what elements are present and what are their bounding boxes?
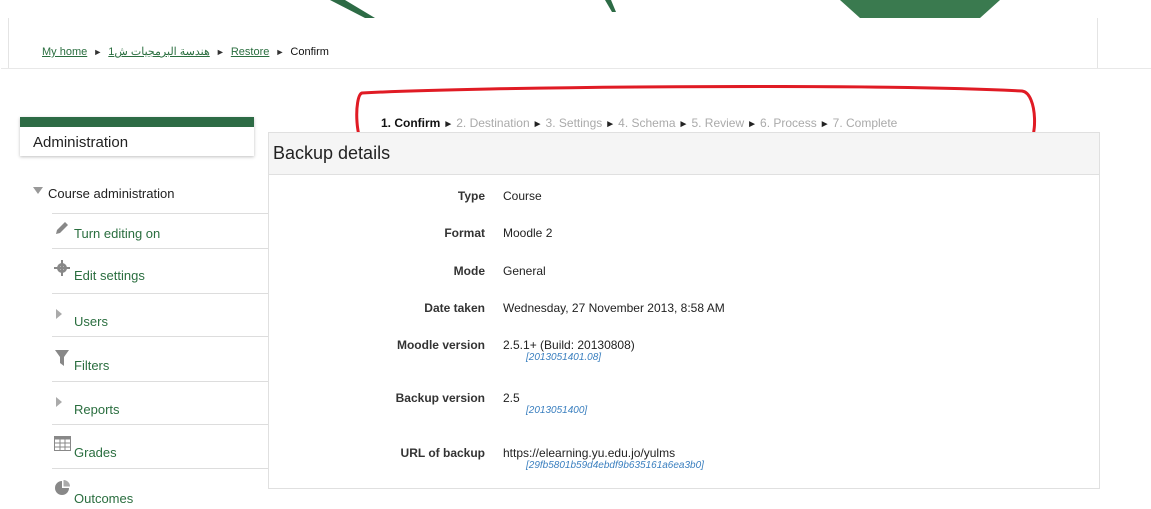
breadcrumb-separator: ► bbox=[275, 47, 285, 57]
detail-key: Date taken bbox=[424, 301, 485, 315]
detail-value: General bbox=[503, 264, 546, 278]
detail-value: Moodle 2 bbox=[503, 226, 553, 240]
step-review: 5. Review bbox=[691, 116, 745, 130]
sidebar-item-label: Filters bbox=[74, 358, 110, 373]
triangle-down-icon bbox=[33, 187, 43, 194]
step-arrow: ► bbox=[605, 119, 616, 130]
detail-value: https://elearning.yu.edu.jo/yulms bbox=[503, 446, 676, 460]
breadcrumb-current: Confirm bbox=[290, 46, 329, 58]
sidebar-item-grades[interactable]: Grades bbox=[52, 424, 273, 469]
restore-steps: 1. Confirm ► 2. Destination ► 3. Settings ► 4.… bbox=[381, 116, 897, 130]
breadcrumb: My home ► هندسة البرمجيات ش1 ► Restore ►… bbox=[42, 45, 329, 58]
backup-details-header: Backup details bbox=[269, 133, 1099, 175]
step-arrow: ► bbox=[532, 119, 543, 130]
detail-key: Moodle version bbox=[396, 338, 485, 352]
course-administration-label: Course administration bbox=[48, 186, 175, 201]
header-banner bbox=[0, 0, 1151, 18]
sidebar-item-turn-editing-on[interactable]: Turn editing on bbox=[52, 213, 273, 249]
course-administration-node[interactable]: Course administration bbox=[33, 186, 174, 201]
administration-header: Administration bbox=[20, 117, 254, 156]
triangle-right-icon bbox=[54, 396, 64, 411]
detail-sub-value: [2013051401.08] bbox=[526, 352, 602, 363]
detail-key: Format bbox=[444, 226, 485, 240]
step-arrow: ► bbox=[443, 119, 454, 130]
sidebar-item-label: Reports bbox=[74, 402, 120, 417]
page-title: Backup details bbox=[273, 143, 391, 163]
breadcrumb-course-link[interactable]: هندسة البرمجيات ش1 bbox=[108, 46, 210, 58]
sidebar-item-label: Turn editing on bbox=[74, 226, 161, 241]
detail-sub-value: [29fb5801b59d4ebdf9b635161a6ea3b0] bbox=[526, 460, 704, 471]
breadcrumb-separator: ► bbox=[93, 47, 103, 57]
triangle-right-icon bbox=[54, 308, 64, 323]
detail-key: Mode bbox=[453, 264, 485, 278]
filter-icon bbox=[54, 349, 70, 370]
detail-key: URL of backup bbox=[400, 446, 485, 460]
sidebar-item-filters[interactable]: Filters bbox=[52, 336, 273, 382]
gear-icon bbox=[54, 260, 70, 279]
grid-icon bbox=[54, 436, 71, 454]
detail-value: 2.5.1+ (Build: 20130808) bbox=[503, 338, 635, 352]
breadcrumb-bar: My home ► هندسة البرمجيات ش1 ► Restore ►… bbox=[1, 18, 1151, 69]
breadcrumb-restore-link[interactable]: Restore bbox=[231, 46, 270, 58]
step-complete: 7. Complete bbox=[832, 116, 898, 130]
sidebar-item-edit-settings[interactable]: Edit settings bbox=[52, 248, 273, 294]
detail-value: 2.5 bbox=[503, 391, 520, 405]
detail-key: Type bbox=[457, 189, 485, 203]
step-arrow: ► bbox=[678, 119, 689, 130]
sidebar-item-label: Outcomes bbox=[74, 491, 134, 506]
sidebar-item-label: Grades bbox=[74, 445, 117, 460]
sidebar-item-label: Edit settings bbox=[74, 268, 145, 283]
step-schema: 4. Schema bbox=[618, 116, 676, 130]
breadcrumb-home-link[interactable]: My home bbox=[42, 46, 87, 58]
detail-value: Wednesday, 27 November 2013, 8:58 AM bbox=[503, 301, 725, 315]
detail-value: Course bbox=[503, 189, 542, 203]
sidebar-item-users[interactable]: Users bbox=[52, 293, 273, 337]
sidebar-item-label: Users bbox=[74, 314, 108, 329]
step-settings: 3. Settings bbox=[545, 116, 603, 130]
step-process: 6. Process bbox=[760, 116, 817, 130]
breadcrumb-separator: ► bbox=[215, 47, 225, 57]
step-destination: 2. Destination bbox=[456, 116, 530, 130]
step-arrow: ► bbox=[747, 119, 758, 130]
sidebar-item-reports[interactable]: Reports bbox=[52, 381, 273, 425]
backup-details-panel: Backup details Type Course Format Moodle… bbox=[268, 132, 1100, 489]
step-confirm: 1. Confirm bbox=[381, 116, 441, 130]
step-arrow: ► bbox=[819, 119, 830, 130]
sidebar-item-outcomes[interactable]: Outcomes bbox=[52, 468, 273, 509]
administration-block: Administration Course administration Tur… bbox=[20, 117, 273, 506]
detail-sub-value: [2013051400] bbox=[526, 405, 588, 416]
detail-key: Backup version bbox=[395, 391, 485, 405]
administration-title: Administration bbox=[33, 134, 129, 151]
pie-icon bbox=[54, 480, 70, 499]
pencil-icon bbox=[54, 220, 70, 239]
